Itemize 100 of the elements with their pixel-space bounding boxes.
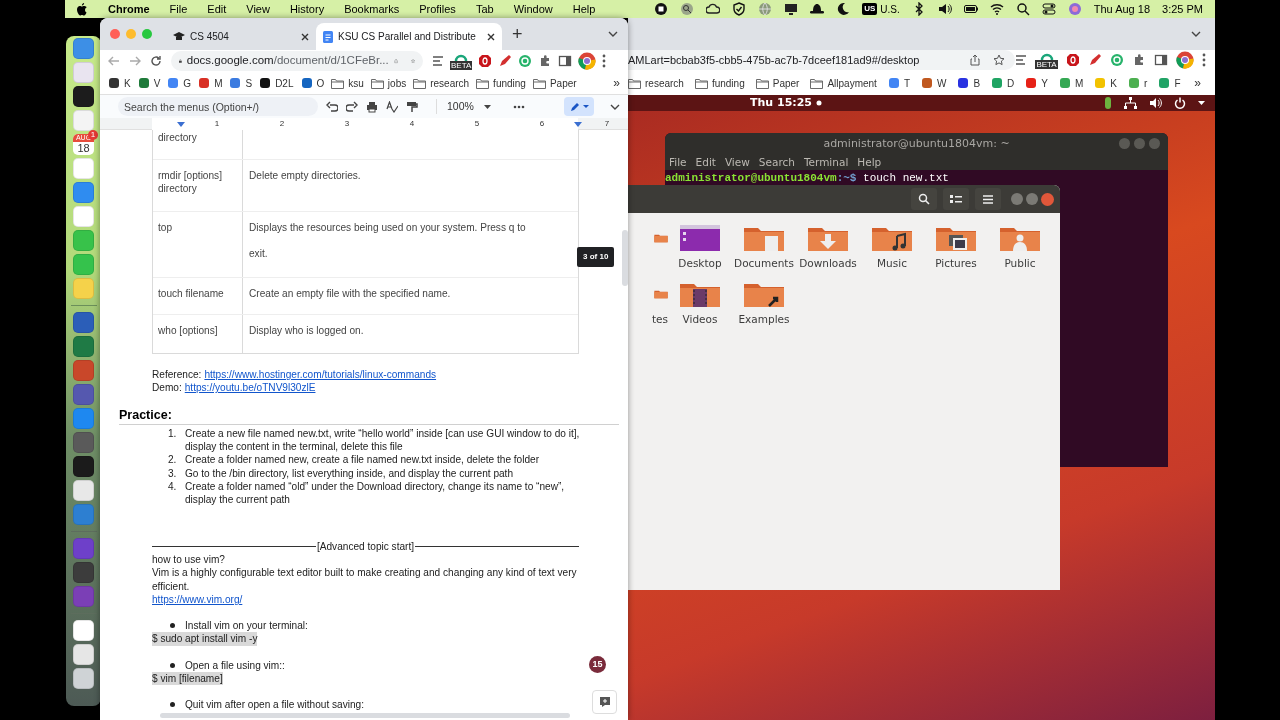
clock-label[interactable]: Thu 15:25 [750, 94, 812, 112]
add-comment-button[interactable] [592, 690, 617, 714]
more-bookmarks-button[interactable]: » [1194, 74, 1201, 92]
menu-bar-date[interactable]: Thu Aug 18 [1093, 0, 1151, 18]
lock-icon[interactable] [179, 56, 182, 66]
close-icon[interactable] [301, 32, 309, 41]
cloud-icon[interactable] [706, 2, 721, 16]
bookmark-item[interactable]: B [957, 75, 981, 91]
display-icon[interactable] [784, 2, 799, 16]
menu-item[interactable]: Edit [207, 0, 227, 18]
volume-icon[interactable] [1149, 97, 1162, 109]
speaker-icon[interactable] [937, 2, 952, 16]
bookmark-item[interactable]: F [1158, 75, 1181, 91]
input-source-label[interactable]: U.S. [880, 1, 900, 17]
paint-format-icon[interactable] [406, 100, 418, 113]
orb-icon[interactable] [1067, 2, 1082, 16]
bookmark-item[interactable]: M [198, 75, 223, 91]
menu-item[interactable]: Window [513, 0, 553, 18]
bookmark-item[interactable]: Allpayment [810, 75, 877, 91]
app-menu[interactable]: Chrome [108, 0, 150, 18]
menu-item[interactable]: File [169, 0, 188, 18]
menu-bar-clock[interactable]: 3:25 PM [1162, 0, 1203, 18]
menu-item[interactable]: History [289, 0, 325, 18]
wifi-icon[interactable] [989, 2, 1004, 16]
bookmark-item[interactable]: Paper [755, 75, 800, 91]
share-icon[interactable] [969, 54, 982, 66]
bookmark-item[interactable]: O [300, 75, 325, 91]
undo-icon[interactable] [326, 100, 338, 113]
file-label[interactable]: tes [651, 311, 668, 328]
bookmark-item[interactable]: research [413, 75, 470, 91]
close-icon[interactable] [487, 32, 495, 41]
arc-icon[interactable] [1039, 51, 1054, 60]
menu-item[interactable]: View [246, 0, 270, 18]
new-tab-button[interactable]: + [512, 25, 523, 43]
magnifier-icon[interactable] [680, 2, 695, 16]
bookmark-item[interactable]: K [1094, 75, 1118, 91]
bookmark-item[interactable]: D2L [259, 75, 294, 91]
scrollbar-thumb[interactable] [622, 230, 628, 286]
file-label[interactable]: Pictures [935, 256, 977, 272]
reload-icon[interactable] [150, 55, 162, 67]
address-bar[interactable]: AMLart=bcbab3f5-cbb5-475b-ac7b-7dceef181ad9#/desktop [628, 50, 1016, 70]
chevron-down-icon[interactable] [610, 103, 620, 110]
hat-icon[interactable] [810, 2, 825, 16]
search-button[interactable] [911, 188, 937, 210]
bookmark-item[interactable]: D [991, 75, 1015, 91]
link[interactable]: https://www.vim.org/ [152, 592, 243, 607]
menu-item[interactable]: File [669, 154, 687, 171]
octagon-icon[interactable] [478, 54, 493, 68]
bookmark-item[interactable]: r [1128, 75, 1148, 91]
bookmark-item[interactable]: research [628, 75, 684, 91]
pen-icon[interactable] [1087, 53, 1102, 67]
app-icon[interactable] [73, 620, 94, 641]
bookmark-item[interactable]: V [137, 75, 161, 91]
menu-item[interactable]: Bookmarks [344, 0, 400, 18]
battery-icon[interactable] [963, 2, 978, 16]
side-panel-icon[interactable] [558, 54, 573, 68]
file-label[interactable]: Music [877, 256, 907, 272]
comment-count-badge[interactable]: 15 [589, 656, 606, 673]
menu-item[interactable]: Search [758, 154, 795, 171]
network-icon[interactable] [1124, 97, 1137, 109]
star-icon[interactable] [993, 54, 1006, 66]
search-icon[interactable] [1015, 2, 1030, 16]
menu-item[interactable]: Profiles [419, 0, 456, 18]
bookmark-item[interactable]: Y [1025, 75, 1048, 91]
file-label[interactable]: Examples [738, 311, 790, 328]
indent-marker-icon[interactable] [574, 122, 582, 127]
more-bookmarks-button[interactable]: » [613, 74, 620, 92]
bookmark-item[interactable]: Paper [532, 75, 577, 91]
desktop-folder-icon[interactable] [679, 224, 721, 252]
menu-item[interactable]: View [724, 154, 750, 171]
zoom-dropdown[interactable]: 100% [436, 98, 491, 115]
indent-marker-icon[interactable] [177, 122, 185, 127]
browser-tab[interactable]: CS 4504 [166, 23, 316, 50]
link[interactable]: https://youtu.be/oTNV9l30zlE [184, 381, 316, 395]
chevron-down-icon[interactable] [1191, 31, 1201, 37]
caret-down-icon[interactable] [1198, 101, 1205, 105]
bookmark-item[interactable]: S [229, 75, 253, 91]
capsule-icon[interactable] [1104, 96, 1112, 110]
browser-tab[interactable]: KSU CS Parallel and Distribute [316, 23, 502, 50]
bookmark-item[interactable]: M [1059, 75, 1084, 91]
close-button[interactable] [1041, 192, 1054, 206]
apple-logo-icon[interactable] [77, 2, 88, 16]
bookmark-item[interactable]: funding [476, 75, 526, 91]
reading-list-icon[interactable] [1015, 55, 1028, 65]
keyboard-badge[interactable]: US [862, 3, 878, 15]
chevron-down-icon[interactable] [608, 31, 618, 37]
record-icon[interactable] [654, 2, 669, 16]
bookmark-item[interactable]: T [887, 75, 910, 91]
maximize-button[interactable] [1026, 192, 1038, 205]
view-toggle-button[interactable] [943, 188, 969, 210]
file-label[interactable]: Downloads [799, 256, 857, 272]
profile-avatar-icon[interactable] [578, 52, 597, 70]
more-icon[interactable] [512, 104, 525, 109]
menu-item[interactable]: Edit [695, 154, 716, 171]
shield-icon[interactable] [732, 2, 747, 16]
file-label[interactable]: Videos [682, 311, 718, 328]
file-label[interactable]: Documents [734, 256, 794, 272]
menu-button[interactable] [975, 188, 1001, 210]
file-label[interactable]: Desktop [678, 256, 722, 272]
bookmark-item[interactable]: funding [694, 75, 745, 91]
